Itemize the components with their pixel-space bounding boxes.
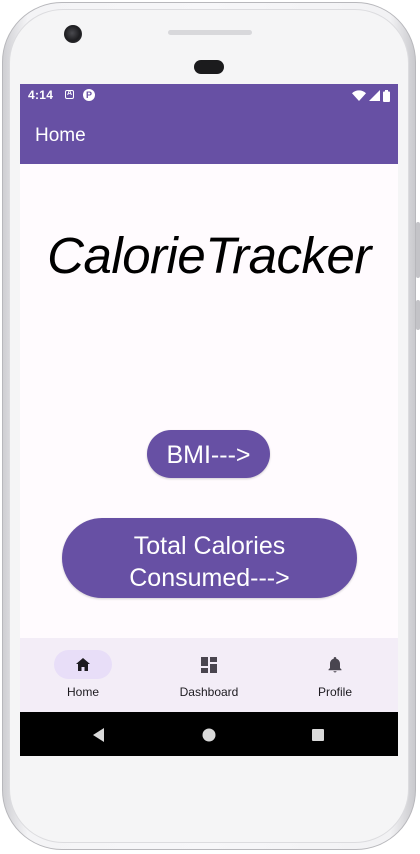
nav-label-home: Home bbox=[66, 685, 99, 699]
app-bar-title: Home bbox=[35, 125, 86, 146]
status-icons bbox=[352, 89, 390, 102]
front-camera bbox=[64, 25, 82, 43]
wifi-icon bbox=[352, 90, 366, 101]
top-app-bar: Home bbox=[20, 107, 398, 164]
volume-button bbox=[416, 222, 420, 278]
nav-label-profile: Profile bbox=[317, 685, 352, 699]
signal-icon bbox=[369, 90, 380, 101]
status-time: 4:14 bbox=[28, 88, 54, 102]
earpiece-speaker bbox=[194, 60, 224, 74]
nav-item-profile[interactable]: Profile bbox=[272, 638, 398, 712]
dashboard-icon bbox=[201, 657, 217, 673]
power-button bbox=[416, 300, 420, 330]
status-bar: 4:14 A P bbox=[20, 84, 398, 107]
nav-item-dashboard[interactable]: Dashboard bbox=[146, 638, 272, 712]
recents-icon[interactable] bbox=[309, 726, 327, 744]
app-title: CalorieTracker bbox=[47, 227, 371, 284]
bell-icon bbox=[328, 657, 342, 673]
bmi-button[interactable]: BMI---> bbox=[147, 430, 270, 478]
total-calories-line2: Consumed---> bbox=[129, 563, 290, 592]
system-navigation-bar bbox=[20, 712, 398, 756]
notification-p-icon: P bbox=[83, 89, 95, 101]
phone-frame: 4:14 A P Home CalorieTracker BMI---> Tot… bbox=[0, 0, 420, 854]
bottom-navigation: Home Dashboard Profile bbox=[20, 638, 398, 712]
battery-icon bbox=[383, 89, 390, 102]
accessibility-icon: A bbox=[65, 90, 74, 99]
back-icon[interactable] bbox=[90, 726, 108, 744]
home-circle-icon[interactable] bbox=[200, 726, 218, 744]
nav-label-dashboard: Dashboard bbox=[179, 685, 239, 699]
earpiece-grille bbox=[168, 30, 252, 35]
nav-item-home[interactable]: Home bbox=[20, 638, 146, 712]
total-calories-button[interactable]: Total Calories Consumed---> bbox=[62, 518, 357, 598]
app-screen: 4:14 A P Home CalorieTracker BMI---> Tot… bbox=[20, 84, 398, 756]
total-calories-line1: Total Calories bbox=[133, 531, 286, 560]
home-icon bbox=[76, 658, 90, 671]
home-content: CalorieTracker BMI---> Total Calories Co… bbox=[20, 164, 398, 638]
